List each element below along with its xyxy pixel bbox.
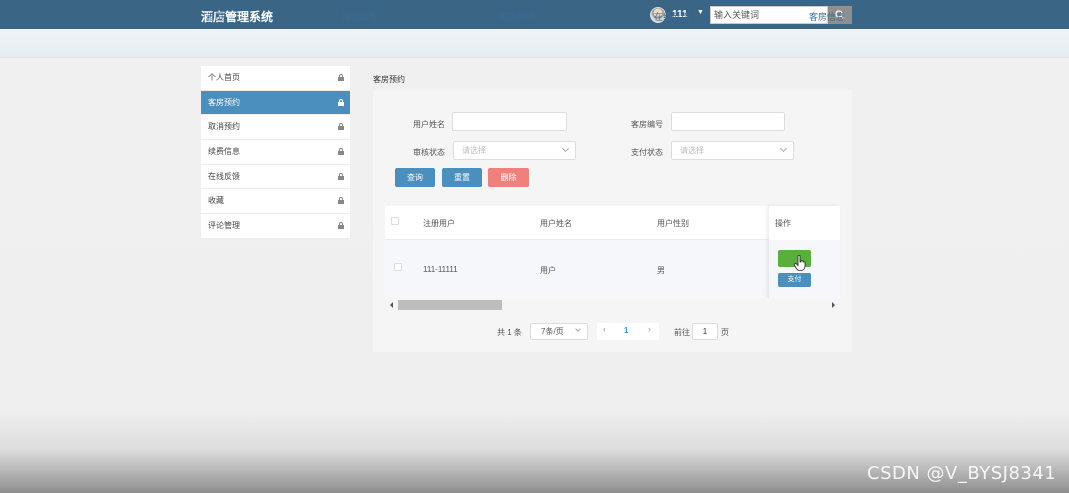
cell-account: 111-11111 [423, 265, 458, 274]
column-header-account[interactable]: 注册用户 [423, 218, 455, 229]
sidebar-item-feedback[interactable]: 在线反馈 [201, 164, 350, 190]
sidebar-item-renewal[interactable]: 续费信息 [201, 140, 350, 165]
lock-icon [338, 172, 344, 180]
lock-icon [338, 197, 344, 205]
lock-icon [338, 123, 344, 131]
watermark: CSDN @V_BYSJ8341 [867, 463, 1057, 484]
lock-icon [338, 222, 344, 230]
chevron-down-icon [575, 326, 581, 332]
chevron-down-icon [561, 144, 570, 153]
pagination-total: 共 1 条 [497, 328, 522, 337]
sidebar-item-label: 个人首页 [208, 73, 240, 82]
audit-status-label: 审核状态 [413, 148, 445, 157]
query-button[interactable]: 查询 [395, 168, 435, 187]
page-size-select[interactable]: 7条/页 [530, 323, 588, 340]
page-title: 客房预约 [373, 75, 405, 84]
scroll-right-icon[interactable] [832, 302, 835, 308]
goto-page-input[interactable]: 1 [692, 323, 718, 340]
sidebar-item-favorites[interactable]: 收藏 [201, 189, 350, 215]
sidebar-item-label: 在线反馈 [208, 171, 240, 181]
row-checkbox[interactable] [394, 263, 402, 271]
current-page[interactable]: 1 [624, 326, 628, 335]
main-nav [0, 29, 1069, 58]
cell-name: 用户 [540, 266, 556, 275]
sidebar-item-profile[interactable]: 个人首页 [201, 66, 350, 91]
page-size-value: 7条/页 [541, 327, 564, 336]
column-header-name[interactable]: 用户姓名 [540, 218, 572, 229]
user-name-label: 用户姓名 [413, 120, 445, 129]
reset-button[interactable]: 重置 [442, 168, 482, 187]
room-no-label: 客房编号 [631, 120, 663, 129]
chevron-down-icon [779, 144, 788, 153]
column-header-actions: 操作 [775, 219, 791, 228]
actions-column: 操作 支付 [769, 206, 840, 298]
sidebar-item-cancel-booking[interactable]: 取消预约 [201, 115, 350, 141]
lock-icon [338, 98, 344, 106]
sidebar-item-label: 收藏 [208, 196, 224, 206]
booking-table: 注册用户 用户姓名 用户性别 111-11111 用户 男 操作 支付 [385, 206, 840, 298]
pay-status-select[interactable]: 请选择 [671, 141, 794, 160]
lock-icon [338, 148, 344, 156]
sidebar: 个人首页 客房预约 取消预约 续费信息 在线反馈 收藏 评论管理 [201, 66, 350, 239]
goto-label: 前往 [674, 328, 690, 337]
nav-item-home[interactable]: 首页 [206, 10, 224, 23]
audit-status-select[interactable]: 请选择 [453, 141, 576, 160]
hand-cursor-icon [794, 255, 806, 271]
nav-item-feedback[interactable]: 在线反馈 [654, 10, 690, 23]
pagination-pager: ‹ 1 › [597, 323, 659, 340]
nav-item-announcements[interactable]: 网站公告 [342, 10, 378, 23]
room-no-input[interactable] [671, 112, 785, 131]
sidebar-item-label: 取消预约 [208, 122, 240, 132]
prev-page-icon[interactable]: ‹ [603, 324, 606, 334]
sidebar-item-comments[interactable]: 评论管理 [201, 214, 350, 239]
next-page-icon[interactable]: › [648, 324, 651, 334]
column-header-gender[interactable]: 用户性别 [657, 218, 689, 229]
horizontal-scrollbar[interactable] [385, 298, 840, 312]
sidebar-item-label: 评论管理 [208, 221, 240, 231]
lock-icon [338, 74, 344, 81]
delete-button[interactable]: 删除 [488, 168, 529, 187]
pay-button[interactable]: 支付 [778, 273, 811, 287]
page-suffix: 页 [721, 328, 729, 337]
select-all-checkbox[interactable] [391, 217, 399, 225]
scroll-left-icon[interactable] [390, 302, 393, 308]
scrollbar-thumb[interactable] [398, 300, 502, 310]
user-name-input[interactable] [452, 112, 567, 131]
pay-status-label: 支付状态 [631, 148, 663, 157]
sidebar-item-label: 客房预约 [208, 97, 240, 107]
caret-down-icon[interactable]: ▼ [697, 9, 704, 16]
nav-item-hotel-news[interactable]: 酒店资讯 [499, 10, 535, 23]
sidebar-item-room-booking[interactable]: 客房预约 [201, 90, 350, 116]
audit-status-placeholder: 请选择 [462, 146, 486, 155]
nav-item-room-info[interactable]: 客房信息 [809, 10, 845, 23]
pay-status-placeholder: 请选择 [680, 146, 704, 155]
cell-gender: 男 [657, 266, 665, 275]
sidebar-item-label: 续费信息 [208, 147, 240, 157]
